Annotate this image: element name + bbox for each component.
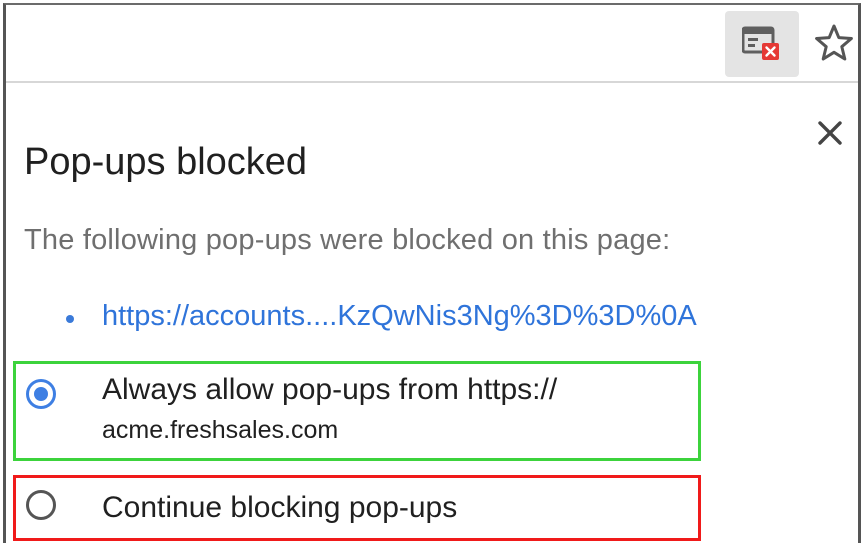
dialog-title: Pop-ups blocked bbox=[24, 141, 308, 183]
close-button[interactable] bbox=[810, 113, 850, 153]
close-icon bbox=[818, 121, 842, 145]
bookmark-star-button[interactable] bbox=[812, 21, 856, 65]
radio-unchecked-icon[interactable] bbox=[26, 490, 56, 520]
continue-blocking-option[interactable]: Continue blocking pop-ups bbox=[13, 475, 701, 541]
continue-blocking-label: Continue blocking pop-ups bbox=[102, 491, 458, 524]
browser-window: Pop-ups blocked The following pop-ups we… bbox=[3, 3, 861, 543]
star-outline-icon bbox=[815, 24, 853, 61]
always-allow-option[interactable]: Always allow pop-ups from https:// acme.… bbox=[13, 361, 701, 461]
popups-blocked-dialog: Pop-ups blocked The following pop-ups we… bbox=[6, 83, 858, 543]
always-allow-label: Always allow pop-ups from https:// bbox=[102, 373, 558, 406]
bullet-icon bbox=[66, 315, 74, 323]
dialog-description: The following pop-ups were blocked on th… bbox=[24, 224, 671, 256]
browser-toolbar bbox=[6, 5, 858, 83]
site-domain-label: acme.freshsales.com bbox=[102, 416, 339, 444]
radio-checked-icon[interactable] bbox=[26, 379, 56, 409]
popup-blocked-icon bbox=[742, 26, 779, 60]
blocked-popup-link[interactable]: https://accounts....KzQwNis3Ng%3D%3D%0A bbox=[102, 300, 697, 333]
popup-blocked-button[interactable] bbox=[725, 11, 799, 77]
